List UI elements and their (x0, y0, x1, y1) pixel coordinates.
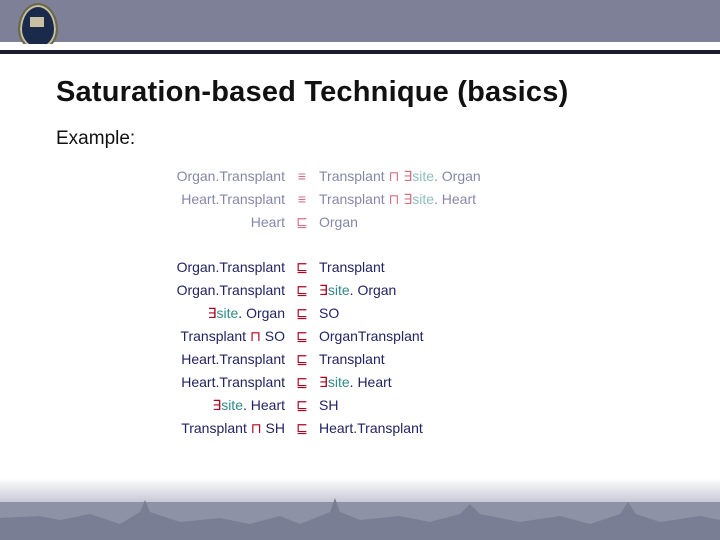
concept: Heart.Transplant (181, 191, 285, 207)
relation-subcls: ⊑ (293, 282, 311, 299)
concept: Organ.Transplant (177, 282, 285, 298)
concept: Organ (246, 305, 285, 321)
axiom-row: Heart ⊑ Organ (70, 214, 660, 237)
concept: Heart.Transplant (319, 420, 423, 436)
relation-subcls: ⊑ (293, 374, 311, 391)
axiom-row: ∃site. Heart ⊑ SH (70, 397, 660, 420)
relation-subcls: ⊑ (293, 259, 311, 276)
footer-bar (0, 502, 720, 540)
relation-subcls: ⊑ (293, 351, 311, 368)
role: site (328, 374, 350, 390)
example-label: Example: (56, 128, 135, 150)
concept: Organ.Transplant (177, 168, 285, 184)
op-exists: ∃ (403, 168, 412, 184)
dot: . (238, 305, 246, 321)
role: site (412, 168, 434, 184)
concept: OrganTransplant (319, 328, 424, 344)
header-bar (0, 0, 720, 42)
op-exists: ∃ (212, 397, 221, 413)
relation-subcls: ⊑ (293, 328, 311, 345)
relation-subcls: ⊑ (293, 397, 311, 414)
role: site (217, 305, 239, 321)
axiom-row: Organ.Transplant ⊑ ∃site. Organ (70, 282, 660, 305)
op-exists: ∃ (403, 191, 412, 207)
axiom-row: Heart.Transplant ≡ Transplant ⊓ ∃site. H… (70, 191, 660, 214)
concept: Heart.Transplant (181, 351, 285, 367)
concept: Transplant (319, 168, 385, 184)
concept: Transplant (180, 328, 246, 344)
relation-equiv: ≡ (293, 191, 311, 207)
op-sqcap: ⊓ (250, 328, 261, 344)
concept: Transplant (181, 420, 247, 436)
concept: SH (266, 420, 285, 436)
dot: . (434, 168, 442, 184)
concept: Transplant (319, 191, 385, 207)
op-sqcap: ⊓ (251, 420, 262, 436)
role: site (412, 191, 434, 207)
concept: Heart (357, 374, 391, 390)
axiom-group-saturated: Organ.Transplant ⊑ Transplant Organ.Tran… (70, 259, 660, 443)
page-title: Saturation-based Technique (basics) (56, 76, 568, 109)
axiom-row: Organ.Transplant ⊑ Transplant (70, 259, 660, 282)
concept: Heart.Transplant (181, 374, 285, 390)
concept: SO (319, 305, 339, 321)
concept: Organ (319, 214, 358, 230)
role: site (221, 397, 243, 413)
header-rule (0, 44, 720, 54)
relation-subcls: ⊑ (293, 420, 311, 437)
concept: Organ.Transplant (177, 259, 285, 275)
dot: . (434, 191, 442, 207)
op-exists: ∃ (319, 282, 328, 298)
axiom-row: ∃site. Organ ⊑ SO (70, 305, 660, 328)
relation-subcls: ⊑ (293, 305, 311, 322)
op-sqcap: ⊓ (389, 168, 400, 184)
relation-equiv: ≡ (293, 168, 311, 184)
skyline-icon (0, 494, 720, 540)
concept: SH (319, 397, 338, 413)
axiom-row: Transplant ⊓ SH ⊑ Heart.Transplant (70, 420, 660, 443)
axiom-row: Heart.Transplant ⊑ ∃site. Heart (70, 374, 660, 397)
dot: . (243, 397, 251, 413)
axiom-row: Heart.Transplant ⊑ Transplant (70, 351, 660, 374)
concept: Organ (442, 168, 481, 184)
relation-subcls: ⊑ (293, 214, 311, 231)
role: site (328, 282, 350, 298)
axiom-list: Organ.Transplant ≡ Transplant ⊓ ∃site. O… (70, 168, 660, 465)
concept: SO (265, 328, 285, 344)
concept: Heart (251, 397, 285, 413)
axiom-row: Transplant ⊓ SO ⊑ OrganTransplant (70, 328, 660, 351)
op-sqcap: ⊓ (389, 191, 400, 207)
concept: Heart (442, 191, 476, 207)
op-exists: ∃ (319, 374, 328, 390)
axiom-row: Organ.Transplant ≡ Transplant ⊓ ∃site. O… (70, 168, 660, 191)
op-exists: ∃ (208, 305, 217, 321)
concept: Transplant (319, 351, 385, 367)
axiom-group-original: Organ.Transplant ≡ Transplant ⊓ ∃site. O… (70, 168, 660, 237)
concept: Transplant (319, 259, 385, 275)
concept: Organ (357, 282, 396, 298)
concept: Heart (251, 214, 285, 230)
